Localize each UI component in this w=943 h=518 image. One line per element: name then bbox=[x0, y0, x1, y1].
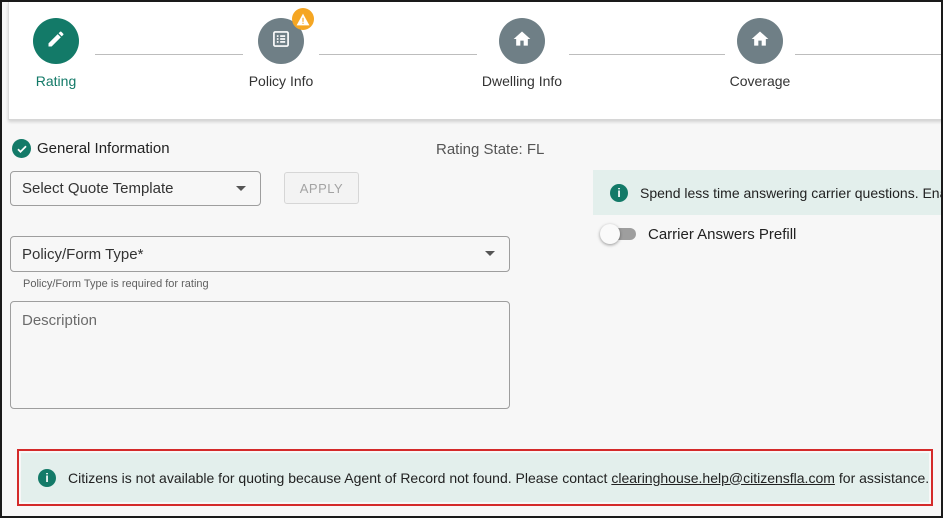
info-icon: i bbox=[610, 183, 628, 202]
step-coverage[interactable]: Coverage bbox=[700, 18, 820, 89]
step-policy-info-circle bbox=[258, 8, 314, 64]
list-icon bbox=[271, 29, 291, 54]
alert-text-before: Citizens is not available for quoting be… bbox=[68, 469, 608, 486]
step-rating-label: Rating bbox=[35, 73, 77, 89]
pencil-icon bbox=[46, 29, 66, 54]
dropdown-arrow-icon bbox=[485, 251, 495, 256]
step-policy-info-label: Policy Info bbox=[248, 73, 314, 89]
home-icon bbox=[750, 29, 770, 54]
dropdown-arrow-icon bbox=[236, 185, 246, 191]
citizens-alert-content: i Citizens is not available for quoting … bbox=[21, 453, 929, 502]
quote-template-placeholder: Select Quote Template bbox=[22, 180, 174, 197]
rating-state-text: Rating State: FL bbox=[436, 141, 545, 158]
policy-form-type-label: Policy/Form Type* bbox=[22, 245, 144, 263]
step-dwelling-info[interactable]: Dwelling Info bbox=[462, 18, 582, 89]
check-circle-icon bbox=[12, 139, 31, 158]
step-coverage-label: Coverage bbox=[729, 73, 791, 89]
alert-text-after: for assistance. bbox=[838, 469, 930, 486]
carrier-prefill-row: Carrier Answers Prefill bbox=[600, 224, 796, 244]
description-placeholder: Description bbox=[22, 312, 98, 329]
step-dwelling-info-label: Dwelling Info bbox=[481, 73, 563, 89]
carrier-info-text: Spend less time answering carrier questi… bbox=[640, 184, 943, 201]
description-textarea[interactable]: Description bbox=[10, 301, 510, 409]
carrier-prefill-toggle[interactable] bbox=[600, 224, 636, 244]
warning-icon bbox=[292, 8, 314, 30]
step-rating-circle bbox=[33, 18, 79, 64]
info-icon: i bbox=[38, 468, 56, 487]
step-connector bbox=[319, 54, 477, 55]
progress-stepper: Rating Policy Info Dwelling Info Coverag… bbox=[8, 2, 941, 120]
citizens-alert: i Citizens is not available for quoting … bbox=[17, 449, 933, 506]
general-information-heading: General Information bbox=[12, 139, 170, 158]
carrier-prefill-label: Carrier Answers Prefill bbox=[648, 225, 797, 243]
clearinghouse-email-link[interactable]: clearinghouse.help@citizensfla.com bbox=[611, 470, 835, 486]
toggle-thumb bbox=[600, 224, 620, 244]
step-dwelling-info-circle bbox=[499, 18, 545, 64]
step-policy-info[interactable]: Policy Info bbox=[221, 8, 341, 89]
policy-form-helper-text: Policy/Form Type is required for rating bbox=[23, 278, 209, 290]
general-information-title: General Information bbox=[37, 140, 170, 157]
step-coverage-circle bbox=[737, 18, 783, 64]
quote-template-select[interactable]: Select Quote Template bbox=[10, 171, 261, 206]
app-frame: Rating Policy Info Dwelling Info Coverag… bbox=[0, 0, 943, 518]
step-rating[interactable]: Rating bbox=[2, 18, 116, 89]
policy-form-type-select[interactable]: Policy/Form Type* bbox=[10, 236, 510, 272]
home-icon bbox=[512, 29, 532, 54]
carrier-info-banner: i Spend less time answering carrier ques… bbox=[593, 170, 943, 215]
apply-button[interactable]: APPLY bbox=[284, 172, 359, 204]
